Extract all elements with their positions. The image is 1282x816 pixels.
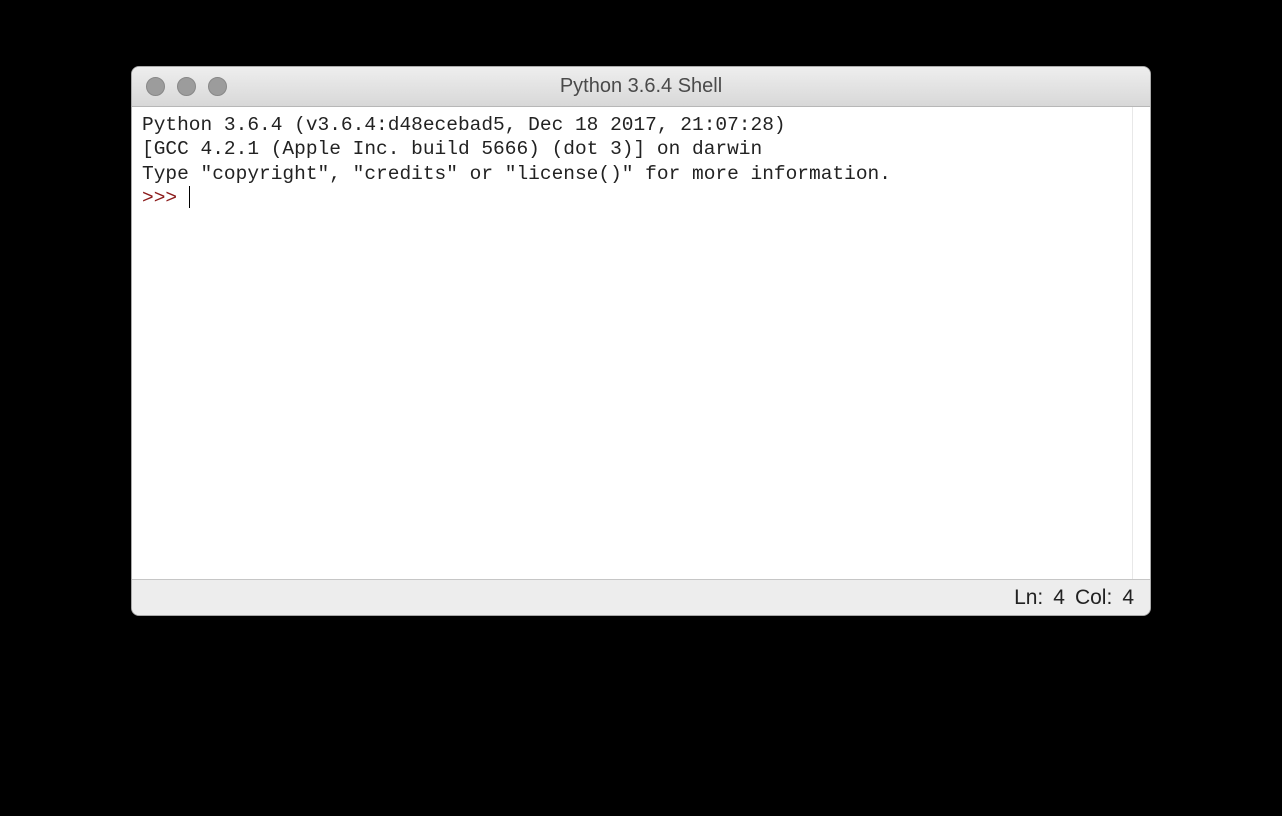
status-line-value: 4	[1053, 586, 1065, 610]
traffic-lights	[132, 77, 227, 96]
shell-editor[interactable]: Python 3.6.4 (v3.6.4:d48ecebad5, Dec 18 …	[132, 107, 1132, 579]
status-col-label: Col:	[1075, 586, 1112, 610]
status-bar: Ln: 4 Col: 4	[132, 579, 1150, 615]
shell-line: [GCC 4.2.1 (Apple Inc. build 5666) (dot …	[142, 138, 762, 160]
minimize-icon[interactable]	[177, 77, 196, 96]
window-title: Python 3.6.4 Shell	[132, 75, 1150, 98]
scrollbar[interactable]	[1132, 107, 1150, 579]
zoom-icon[interactable]	[208, 77, 227, 96]
titlebar[interactable]: Python 3.6.4 Shell	[132, 67, 1150, 107]
text-cursor-icon	[189, 186, 191, 208]
shell-line: Type "copyright", "credits" or "license(…	[142, 163, 891, 185]
content-area: Python 3.6.4 (v3.6.4:d48ecebad5, Dec 18 …	[132, 107, 1150, 579]
shell-prompt: >>>	[142, 187, 189, 209]
status-line-label: Ln:	[1014, 586, 1043, 610]
close-icon[interactable]	[146, 77, 165, 96]
shell-line: Python 3.6.4 (v3.6.4:d48ecebad5, Dec 18 …	[142, 114, 797, 136]
status-col-value: 4	[1122, 586, 1134, 610]
shell-window: Python 3.6.4 Shell Python 3.6.4 (v3.6.4:…	[131, 66, 1151, 616]
